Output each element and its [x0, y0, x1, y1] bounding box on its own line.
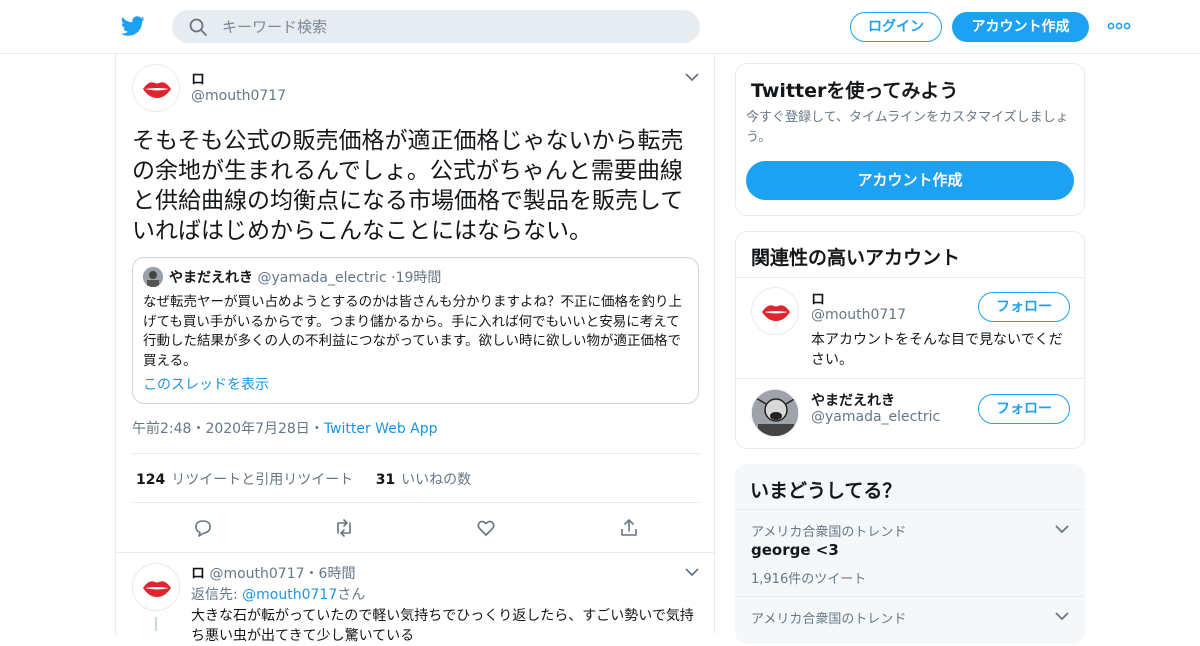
- trend-name[interactable]: george <3: [751, 541, 839, 559]
- divider: [735, 509, 1085, 510]
- reply-to-line: 返信先: @mouth0717さん: [191, 584, 365, 604]
- reply-to-suffix: さん: [337, 587, 366, 603]
- thread-line: [155, 617, 157, 631]
- author-handle[interactable]: @mouth0717: [191, 88, 286, 104]
- tweet-text: そもそも公式の販売価格が適正価格じゃないから転売の余地が生まれるんでしょ。公式が…: [132, 128, 684, 244]
- signup-card: Twitterを使ってみよう 今すぐ登録して、タイムラインをカスタマイズしましょ…: [735, 63, 1085, 216]
- like-count: 31: [375, 472, 396, 488]
- lips-icon: [143, 581, 171, 597]
- follow-button[interactable]: フォロー: [978, 292, 1070, 322]
- chevron-down-icon[interactable]: [685, 72, 699, 82]
- divider: [735, 596, 1085, 597]
- like-stat[interactable]: 31 いいねの数: [376, 472, 471, 488]
- retweet-icon[interactable]: [333, 517, 355, 539]
- reply-to-handle-link[interactable]: @mouth0717: [242, 587, 337, 603]
- retweet-label: リツイートと引用リツイート: [171, 472, 354, 488]
- retweet-count: 124: [136, 472, 166, 488]
- reply-author-avatar[interactable]: [132, 563, 180, 611]
- lips-icon: [762, 305, 790, 321]
- dot-separator: ・: [191, 421, 206, 437]
- dot-separator: ・: [304, 566, 319, 582]
- search-icon: [189, 18, 207, 36]
- quoted-tweet[interactable]: やまだえれき @yamada_electric ·19時間 なぜ転売ヤーが買い占…: [132, 257, 699, 404]
- search-bar: [172, 10, 700, 43]
- like-heart-icon[interactable]: [475, 517, 497, 539]
- tweet-stats: 124 リツイートと引用リツイート 31 いいねの数: [136, 469, 471, 489]
- author-name[interactable]: ロ: [191, 69, 205, 89]
- chevron-down-icon[interactable]: [1055, 611, 1069, 621]
- chevron-down-icon[interactable]: [1055, 524, 1069, 534]
- quoted-header: やまだえれき @yamada_electric ·19時間: [169, 267, 441, 287]
- quoted-author-name: やまだえれき: [169, 270, 253, 286]
- signup-button[interactable]: アカウント作成: [952, 12, 1089, 42]
- quoted-author-handle: @yamada_electric: [257, 270, 387, 286]
- tweet-source-link[interactable]: Twitter Web App: [324, 421, 438, 437]
- chevron-down-icon[interactable]: [685, 567, 699, 577]
- signup-card-button[interactable]: アカウント作成: [746, 161, 1074, 200]
- author-avatar[interactable]: [132, 64, 180, 112]
- top-bar: ログイン アカウント作成: [0, 0, 1200, 54]
- trends-title: いまどうしてる？: [750, 480, 902, 502]
- trend-context: アメリカ合衆国のトレンド: [751, 612, 907, 627]
- divider: [736, 277, 1084, 278]
- trends-card: いまどうしてる？ アメリカ合衆国のトレンド george <3 1,916件のツ…: [735, 464, 1085, 644]
- trend-context: アメリカ合衆国のトレンド: [751, 525, 907, 540]
- login-button[interactable]: ログイン: [850, 12, 942, 42]
- like-label: いいねの数: [401, 472, 472, 488]
- reply-author-name[interactable]: ロ: [191, 566, 205, 582]
- related-account-bio: 本アカウントをそんな目で見ないでください。: [811, 332, 1063, 368]
- related-accounts-card: 関連性の高いアカウント ロ @mouth0717 フォロー 本アカウントをそんな…: [735, 231, 1085, 449]
- reply-to-prefix: 返信先:: [191, 587, 243, 603]
- more-options-icon[interactable]: [1107, 19, 1131, 33]
- share-icon[interactable]: [618, 517, 640, 539]
- quoted-author-avatar: [143, 267, 163, 287]
- reply-header: ロ @mouth0717・6時間: [191, 563, 355, 583]
- signup-card-title: Twitterを使ってみよう: [751, 80, 959, 102]
- related-accounts-title: 関連性の高いアカウント: [751, 247, 961, 269]
- signup-card-subtitle: 今すぐ登録して、タイムラインをカスタマイズしましょう。: [746, 110, 1069, 145]
- related-account-name[interactable]: ロ: [811, 289, 825, 309]
- related-account-avatar[interactable]: [751, 389, 799, 437]
- dot-separator: ・: [309, 421, 324, 437]
- tweet-time[interactable]: 午前2:48: [132, 421, 191, 437]
- reply-time[interactable]: 6時間: [319, 566, 356, 582]
- related-account-handle[interactable]: @mouth0717: [811, 307, 906, 323]
- lips-icon: [143, 82, 171, 98]
- quoted-time: 19時間: [395, 270, 442, 286]
- related-account-name[interactable]: やまだえれき: [811, 390, 895, 410]
- retweet-stat[interactable]: 124 リツイートと引用リツイート: [136, 472, 353, 488]
- tweet-column: ロ @mouth0717 そもそも公式の販売価格が適正価格じゃないから転売の余地…: [115, 54, 715, 644]
- follow-button[interactable]: フォロー: [978, 394, 1070, 424]
- search-input[interactable]: [222, 10, 682, 43]
- related-account-avatar[interactable]: [751, 287, 799, 335]
- related-account-handle[interactable]: @yamada_electric: [811, 409, 940, 425]
- reply-text: 大きな石が転がっていたので軽い気持ちでひっくり返したら、すごい勢いで気持ち悪い虫…: [191, 608, 694, 644]
- reply-icon[interactable]: [192, 517, 214, 539]
- reply-author-handle[interactable]: @mouth0717: [209, 566, 304, 582]
- divider: [116, 552, 714, 553]
- divider: [736, 378, 1084, 379]
- trend-tweet-count: 1,916件のツイート: [751, 572, 867, 587]
- divider: [132, 453, 700, 454]
- quoted-text: なぜ転売ヤーが買い占めようとするのかは皆さんも分かりますよね？不正に価格を釣り上…: [143, 294, 683, 369]
- tweet-meta: 午前2:48・2020年7月28日・Twitter Web App: [132, 418, 438, 438]
- manga-face-icon: [752, 390, 798, 436]
- twitter-logo-icon[interactable]: [120, 14, 146, 38]
- show-thread-link[interactable]: このスレッドを表示: [143, 374, 269, 394]
- divider: [132, 502, 700, 503]
- tweet-date[interactable]: 2020年7月28日: [205, 421, 309, 437]
